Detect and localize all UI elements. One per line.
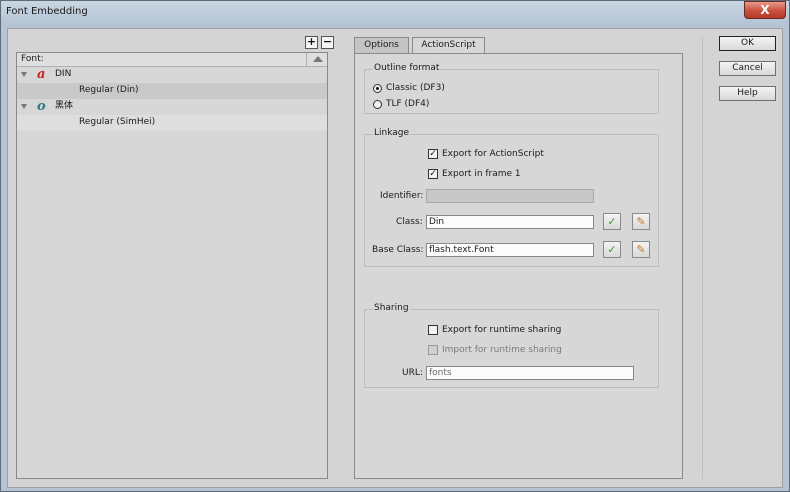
tlf-label[interactable]: TLF (DF4) bbox=[386, 99, 429, 109]
export-frame1-checkbox[interactable]: ✓ bbox=[428, 169, 438, 179]
class-label: Class: bbox=[396, 217, 423, 227]
font-family-row-simhei[interactable]: o 黑体 bbox=[17, 99, 327, 115]
identifier-label: Identifier: bbox=[380, 191, 424, 201]
font-family-name: 黑体 bbox=[55, 101, 74, 111]
font-family-name: DIN bbox=[55, 69, 72, 79]
import-runtime-label: Import for runtime sharing bbox=[442, 345, 562, 355]
font-a-icon: a bbox=[37, 67, 46, 82]
font-family-row-din[interactable]: a DIN bbox=[17, 67, 327, 83]
sharing-title: Sharing bbox=[373, 303, 410, 313]
remove-font-button[interactable]: − bbox=[321, 36, 334, 49]
sort-arrow-icon bbox=[313, 56, 323, 62]
cancel-button[interactable]: Cancel bbox=[719, 61, 776, 76]
outline-format-group: Outline format Classic (DF3) TLF (DF4) bbox=[364, 63, 659, 114]
font-list: Font: a DIN Regular (Din) o 黑体 Regular (… bbox=[16, 52, 328, 479]
divider bbox=[702, 37, 703, 479]
tab-options[interactable]: Options bbox=[354, 37, 409, 53]
url-label: URL: bbox=[402, 368, 423, 378]
font-face-name: Regular (Din) bbox=[79, 85, 139, 95]
column-divider bbox=[306, 53, 307, 67]
help-button[interactable]: Help bbox=[719, 86, 776, 101]
close-button[interactable]: X bbox=[744, 1, 786, 19]
expand-triangle-icon[interactable] bbox=[21, 104, 27, 109]
outline-format-title: Outline format bbox=[373, 63, 441, 73]
title-bar: Font Embedding X bbox=[1, 1, 789, 25]
font-o-icon: o bbox=[37, 99, 46, 114]
window-title: Font Embedding bbox=[6, 6, 88, 17]
export-runtime-label[interactable]: Export for runtime sharing bbox=[442, 325, 561, 335]
add-font-button[interactable]: + bbox=[305, 36, 318, 49]
identifier-field bbox=[426, 189, 594, 203]
edit-class-icon[interactable]: ✎ bbox=[632, 213, 650, 230]
export-actionscript-checkbox[interactable]: ✓ bbox=[428, 149, 438, 159]
base-class-field[interactable]: flash.text.Font bbox=[426, 243, 594, 257]
font-column-label: Font: bbox=[21, 54, 44, 64]
classic-radio[interactable] bbox=[373, 84, 382, 93]
font-face-name: Regular (SimHei) bbox=[79, 117, 156, 127]
export-runtime-checkbox[interactable] bbox=[428, 325, 438, 335]
export-actionscript-label[interactable]: Export for ActionScript bbox=[442, 149, 544, 159]
font-face-row-simhei[interactable]: Regular (SimHei) bbox=[17, 115, 327, 131]
edit-base-class-icon[interactable]: ✎ bbox=[632, 241, 650, 258]
validate-class-icon[interactable]: ✓ bbox=[603, 213, 621, 230]
linkage-group: Linkage ✓ Export for ActionScript ✓ Expo… bbox=[364, 128, 659, 267]
font-embedding-dialog: Font Embedding X + − Font: a DIN Regular… bbox=[0, 0, 790, 492]
class-field[interactable]: Din bbox=[426, 215, 594, 229]
expand-triangle-icon[interactable] bbox=[21, 72, 27, 77]
validate-base-class-icon[interactable]: ✓ bbox=[603, 241, 621, 258]
sharing-group: Sharing Export for runtime sharing Impor… bbox=[364, 303, 659, 388]
actionscript-panel: Outline format Classic (DF3) TLF (DF4) L… bbox=[354, 53, 683, 479]
ok-button[interactable]: OK bbox=[719, 36, 776, 51]
tab-actionscript[interactable]: ActionScript bbox=[412, 37, 485, 54]
dialog-body: + − Font: a DIN Regular (Din) o 黑体 Regul… bbox=[7, 28, 783, 488]
font-list-header[interactable]: Font: bbox=[17, 53, 327, 67]
classic-label[interactable]: Classic (DF3) bbox=[386, 83, 445, 93]
base-class-label: Base Class: bbox=[372, 245, 424, 255]
export-frame1-label[interactable]: Export in frame 1 bbox=[442, 169, 521, 179]
tlf-radio[interactable] bbox=[373, 100, 382, 109]
font-face-row-din[interactable]: Regular (Din) bbox=[17, 83, 327, 99]
linkage-title: Linkage bbox=[373, 128, 411, 138]
import-runtime-checkbox bbox=[428, 345, 438, 355]
url-field[interactable]: fonts bbox=[426, 366, 634, 380]
